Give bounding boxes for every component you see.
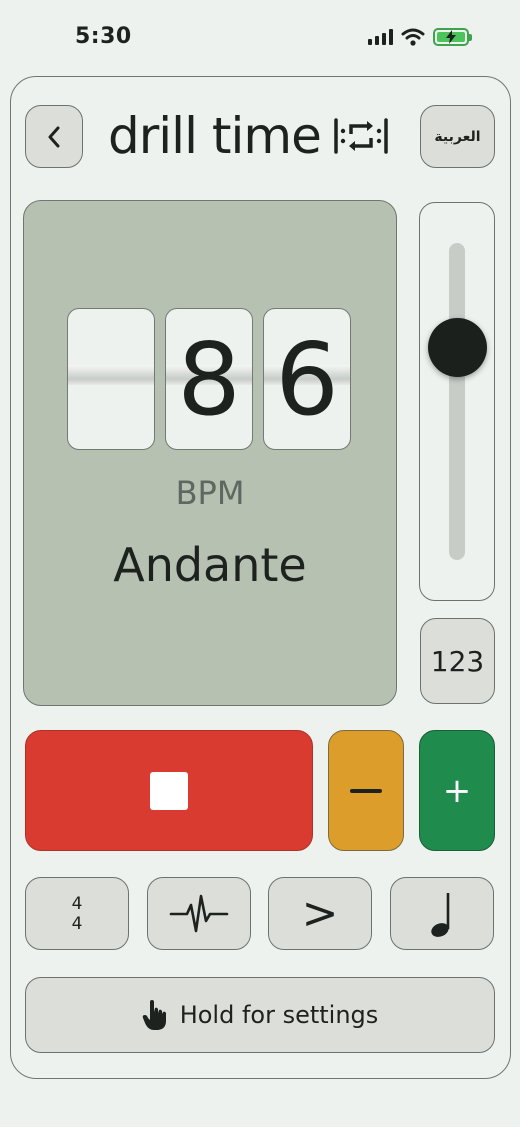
chevron-left-icon — [48, 126, 60, 147]
digit-hundreds — [67, 308, 155, 450]
back-button[interactable] — [25, 105, 83, 168]
app-logo: drill time — [108, 106, 389, 166]
digit-ones: 6 — [263, 308, 351, 450]
repeat-icon — [334, 118, 388, 154]
time-signature-button[interactable]: 4 4 — [25, 877, 129, 950]
status-bar: 5:30 — [0, 0, 520, 74]
digit-tens: 8 — [165, 308, 253, 450]
quarter-note-icon — [431, 892, 450, 937]
settings-hold-button[interactable]: Hold for settings — [25, 977, 495, 1053]
waveform-icon — [169, 894, 229, 932]
decrease-tempo-button[interactable] — [328, 730, 404, 851]
hand-pointer-icon — [142, 1000, 166, 1030]
time-signature-top: 4 — [71, 893, 83, 914]
tempo-display — [23, 200, 397, 706]
stop-button[interactable] — [25, 730, 313, 851]
subdivision-button[interactable] — [390, 877, 494, 950]
accent-button[interactable]: > — [268, 877, 372, 950]
app-title: drill time — [108, 107, 322, 165]
time-signature-bottom: 4 — [71, 913, 83, 934]
bpm-label: BPM — [175, 474, 245, 512]
increase-tempo-button[interactable]: + — [419, 730, 495, 851]
slider-track[interactable] — [449, 243, 465, 560]
status-time: 5:30 — [75, 24, 132, 49]
settings-hold-label: Hold for settings — [179, 1001, 379, 1029]
tempo-name: Andante — [113, 538, 307, 592]
status-icons — [368, 26, 472, 48]
wifi-icon — [401, 28, 425, 46]
battery-icon — [433, 28, 472, 46]
number-entry-button[interactable]: 123 — [420, 618, 495, 704]
stop-icon — [150, 771, 188, 810]
minus-icon — [350, 788, 382, 793]
slider-knob[interactable] — [428, 318, 487, 378]
signal-icon — [368, 29, 393, 45]
pulse-button[interactable] — [147, 877, 251, 950]
language-button[interactable]: العربية — [420, 105, 495, 168]
